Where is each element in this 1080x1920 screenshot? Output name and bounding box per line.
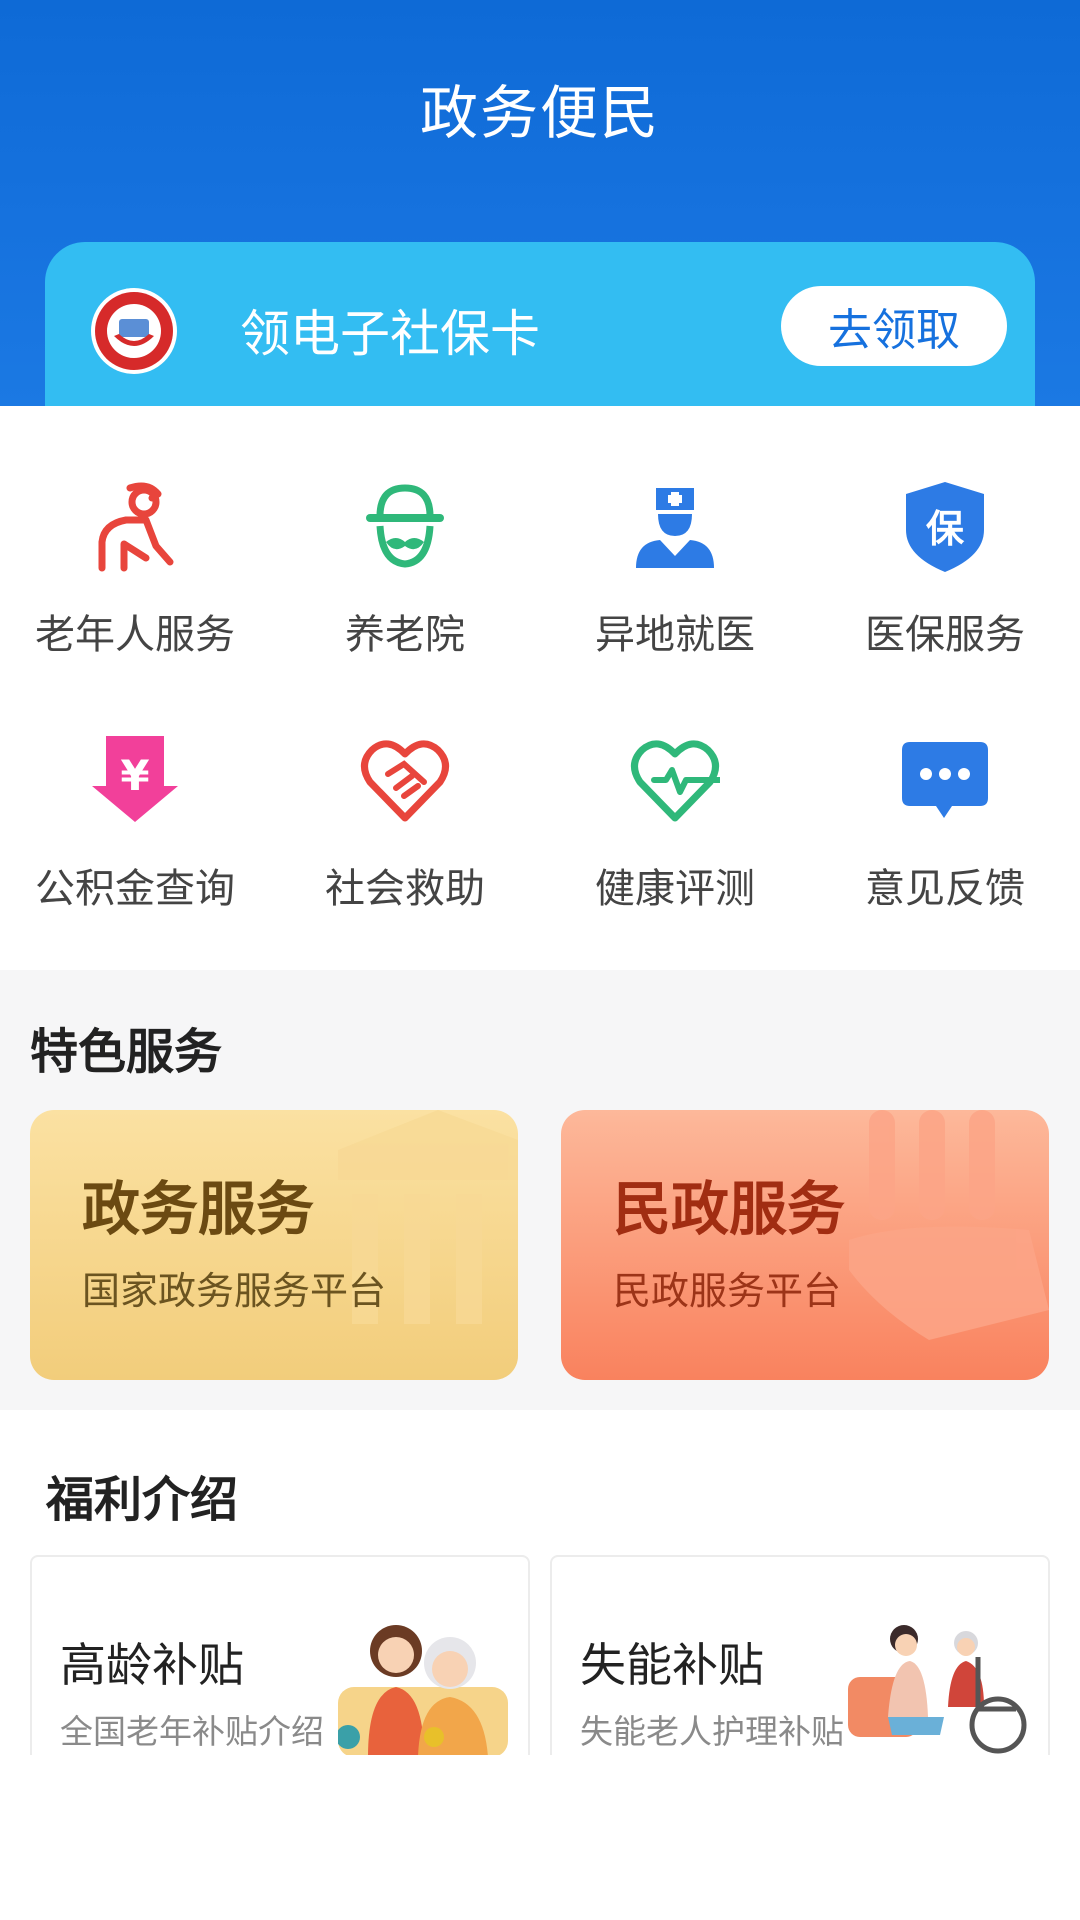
heart-pulse-icon (631, 740, 720, 822)
featured-title: 特色服务 (30, 1024, 223, 1080)
social-security-card-banner[interactable]: 领电子社保卡 去领取 (45, 242, 1035, 406)
welfare-title: 福利介绍 (46, 1472, 239, 1528)
shield-text: 保 (926, 507, 965, 551)
featured-services-section: 特色服务 政务服务 国家政务服务平台 民政服务 民政服务平台 (0, 970, 1080, 1410)
service-grid: 老年人服务 养老院 异地就医 保 医保服务 ¥ 公积金查询 社会救助 健康评测 … (0, 406, 1080, 970)
elder-mustache-icon (366, 484, 444, 568)
service-social-assistance[interactable]: 社会救助 (270, 660, 540, 912)
gov-service-subtitle: 国家政务服务平台 (82, 1269, 387, 1313)
civil-service-card[interactable]: 民政服务 民政服务平台 (561, 1110, 1049, 1380)
grandmother-illustration (338, 1625, 508, 1755)
caregiver-illustration (848, 1625, 1027, 1754)
elderly-person-icon (98, 482, 174, 572)
gov-service-card[interactable]: 政务服务 国家政务服务平台 (30, 1110, 518, 1380)
service-label: 社会救助 (325, 866, 485, 912)
service-label: 意见反馈 (865, 866, 1025, 912)
chat-bubble-icon (902, 742, 988, 818)
claim-card-button[interactable]: 去领取 (781, 286, 1007, 366)
service-label: 老年人服务 (35, 612, 235, 658)
social-security-card-icon (91, 288, 177, 374)
banner-text: 领电子社保卡 (240, 305, 540, 363)
service-label: 健康评测 (595, 866, 755, 912)
yuan-text: ¥ (120, 751, 149, 800)
header: 政务便民 领电子社保卡 去领取 (0, 0, 1080, 406)
gov-service-title: 政务服务 (82, 1175, 315, 1243)
service-elderly[interactable]: 老年人服务 (0, 406, 270, 658)
service-feedback[interactable]: 意见反馈 (810, 660, 1080, 912)
service-remote-medical[interactable]: 异地就医 (540, 406, 810, 658)
page-title: 政务便民 (419, 79, 660, 147)
senior-subsidy-title: 高龄补贴 (60, 1638, 244, 1692)
civil-service-title: 民政服务 (613, 1175, 846, 1243)
civil-service-subtitle: 民政服务平台 (613, 1269, 842, 1313)
handshake-heart-icon (361, 740, 449, 822)
service-label: 医保服务 (865, 612, 1025, 658)
building-icon (338, 1110, 518, 1324)
senior-subsidy-subtitle: 全国老年补贴介绍 (60, 1712, 324, 1751)
hand-icon (849, 1110, 1049, 1340)
service-label: 养老院 (345, 612, 465, 658)
service-label: 异地就医 (595, 612, 755, 658)
service-housing-fund[interactable]: ¥ 公积金查询 (0, 660, 270, 912)
doctor-icon (636, 488, 714, 568)
senior-subsidy-card[interactable]: 高龄补贴 全国老年补贴介绍 (30, 1555, 530, 1755)
disability-subsidy-subtitle: 失能老人护理补贴 (580, 1712, 844, 1751)
welfare-section: 福利介绍 高龄补贴 全国老年补贴介绍 失能补贴 失能老人护理补贴 (0, 1410, 1080, 1920)
service-health-check[interactable]: 健康评测 (540, 660, 810, 912)
service-nursing-home[interactable]: 养老院 (270, 406, 540, 658)
yuan-download-icon: ¥ (92, 736, 178, 822)
service-medical-insurance[interactable]: 保 医保服务 (810, 406, 1080, 658)
service-label: 公积金查询 (35, 866, 235, 912)
disability-subsidy-card[interactable]: 失能补贴 失能老人护理补贴 (550, 1555, 1050, 1755)
insurance-shield-icon: 保 (906, 482, 984, 572)
disability-subsidy-title: 失能补贴 (580, 1638, 764, 1692)
